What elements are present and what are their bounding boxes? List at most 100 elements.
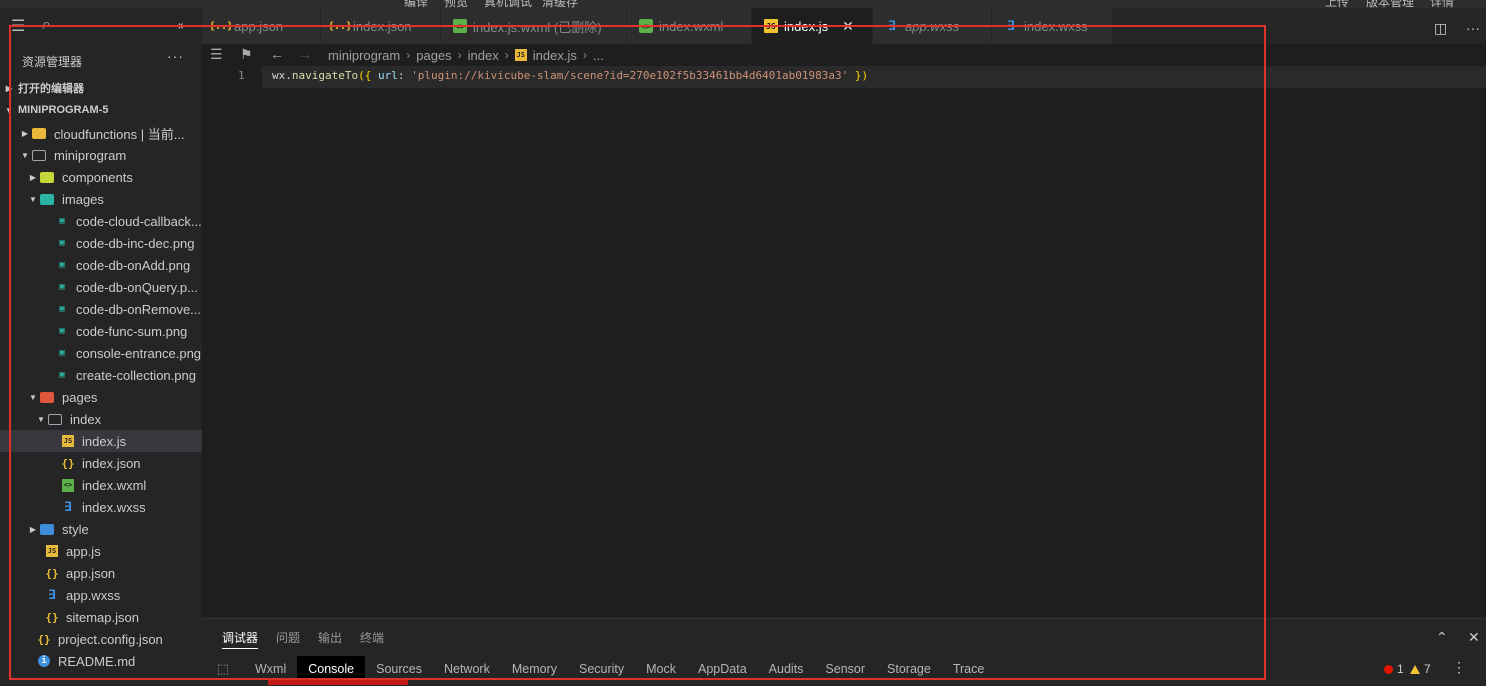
editor-more-icon[interactable]: ··· (1466, 20, 1480, 36)
tree-label: index.wxml (82, 477, 147, 493)
devtab-sources[interactable]: Sources (365, 656, 433, 682)
wxss-file-icon: ∃ (64, 499, 72, 515)
folder-open-icon (48, 413, 62, 425)
tree-label: app.js (66, 543, 101, 559)
more-icon[interactable]: ··· (75, 18, 88, 33)
project-section[interactable]: ▼ MINIPROGRAM-5 (0, 99, 202, 121)
folder-icon (40, 171, 54, 183)
wxss-icon: ∃ (1007, 18, 1015, 34)
close-icon[interactable]: ✕ (842, 18, 854, 35)
close-panel-icon[interactable]: ✕ (1468, 629, 1480, 646)
image-file-icon: ▣ (59, 348, 65, 358)
code-token: }) (848, 69, 869, 82)
inspect-element-icon[interactable]: ⬚ (202, 661, 244, 677)
outline-icon[interactable]: ☰ (210, 46, 223, 63)
tab-output[interactable]: 输出 (318, 629, 342, 649)
chevron-right-icon: ▶ (29, 524, 37, 534)
code-token: ({ (358, 69, 372, 82)
wxss-icon: ∃ (888, 18, 896, 34)
tab-index-wxml[interactable]: <> index.wxml (627, 8, 752, 44)
tree-item-style[interactable]: ▶ style (0, 518, 228, 540)
tree-item-pages[interactable]: ▼ pages (0, 386, 228, 408)
explorer-sidebar: 资源管理器 ··· ▶ 打开的编辑器 ▼ MINIPROGRAM-5 ▶ clo… (0, 44, 264, 685)
tab-index-wxss[interactable]: ∃ index.wxss (992, 8, 1113, 44)
section-label: 打开的编辑器 (18, 83, 84, 95)
devtab-security[interactable]: Security (568, 656, 635, 682)
devtools-tabs: ⬚ Wxml Console Sources Network Memory Se… (202, 656, 1486, 682)
tab-label: app.json (234, 18, 284, 34)
tab-debugger[interactable]: 调试器 (222, 629, 259, 649)
chevron-right-icon: › (504, 48, 509, 62)
devtab-storage[interactable]: Storage (876, 656, 942, 682)
open-editors-section[interactable]: ▶ 打开的编辑器 (0, 77, 202, 99)
explorer-icon[interactable]: ☰ (11, 16, 25, 36)
tab-label: index.wxss (1024, 18, 1088, 34)
devtab-console[interactable]: Console (297, 656, 366, 682)
bottom-panel: 调试器 问题 输出 终端 ⌃ ✕ ⬚ Wxml Console Sources … (202, 618, 1486, 686)
chevron-down-icon: ▼ (5, 105, 13, 115)
tab-index-json[interactable]: {..} index.json (321, 8, 441, 44)
code-token: 'plugin://kivicube-slam/scene?id=270e102… (411, 69, 849, 82)
explorer-more-button[interactable]: ··· (167, 48, 184, 64)
breadcrumb-item[interactable]: index (468, 48, 499, 63)
devtab-trace[interactable]: Trace (942, 656, 996, 682)
tree-label: README.md (58, 653, 136, 669)
devtab-sensor[interactable]: Sensor (814, 656, 876, 682)
json-file-icon: {} (45, 610, 59, 624)
tree-item-miniprogram[interactable]: ▼ miniprogram (0, 144, 220, 166)
search-icon[interactable]: ⌕ (42, 16, 51, 34)
maximize-panel-icon[interactable]: ⌃ (1436, 629, 1448, 646)
tab-index-js[interactable]: JS index.js ✕ (752, 8, 873, 44)
tree-item-cloudfunctions[interactable]: ▶ cloudfunctions | 当前... (0, 122, 220, 144)
devtab-network[interactable]: Network (433, 656, 501, 682)
chevron-right-icon: ▶ (29, 172, 37, 182)
warning-icon (1410, 664, 1420, 674)
tree-item-images[interactable]: ▼ images (0, 188, 228, 210)
devtab-wxml[interactable]: Wxml (244, 656, 297, 682)
code-editor[interactable]: ☰ ⚑ ← → miniprogram › pages › index › JS… (202, 44, 1486, 618)
devtab-audits[interactable]: Audits (758, 656, 815, 682)
tree-label: app.json (66, 565, 116, 581)
breadcrumb-item[interactable]: index.js (533, 48, 577, 63)
devtools-more-icon[interactable]: ⋮ (1452, 659, 1466, 676)
warning-count-badge[interactable]: 7 (1410, 662, 1431, 676)
tree-label: code-func-sum.png (76, 323, 188, 339)
tab-problems[interactable]: 问题 (276, 629, 300, 649)
tree-label: console-entrance.png (76, 345, 202, 361)
tab-app-json[interactable]: {..} app.json (202, 8, 321, 44)
tree-item-index-folder[interactable]: ▼ index (0, 408, 236, 430)
error-count-badge[interactable]: 1 (1384, 662, 1404, 676)
warning-count: 7 (1424, 662, 1431, 676)
devtab-mock[interactable]: Mock (635, 656, 687, 682)
json-file-icon: {} (45, 566, 59, 580)
devtab-memory[interactable]: Memory (501, 656, 568, 682)
tree-item-components[interactable]: ▶ components (0, 166, 228, 188)
panel-tabs: 调试器 问题 输出 终端 (222, 629, 384, 649)
forward-arrow-icon[interactable]: → (298, 46, 312, 62)
tab-index-js-wxml-deleted[interactable]: <> index.js.wxml (已删除) (441, 8, 627, 44)
section-label: MINIPROGRAM-5 (18, 104, 109, 116)
breadcrumb-item[interactable]: ... (593, 48, 604, 63)
image-file-icon: ▣ (59, 238, 65, 248)
breadcrumb-item[interactable]: pages (416, 48, 451, 63)
tree-label: cloudfunctions | 当前... (54, 126, 185, 142)
split-editor-icon[interactable]: ◫ (1434, 20, 1447, 37)
tree-label: code-cloud-callback... (76, 213, 202, 229)
back-arrow-icon[interactable]: ← (270, 46, 284, 62)
collapse-sidebar-icon[interactable]: ⇤ (178, 18, 189, 34)
tab-app-wxss[interactable]: ∃ app.wxss (873, 8, 992, 44)
js-file-icon: JS (62, 435, 74, 447)
devtab-appdata[interactable]: AppData (687, 656, 758, 682)
code-line[interactable]: wx.navigateTo({ url: 'plugin://kivicube-… (272, 69, 868, 82)
tree-label: images (62, 191, 104, 207)
tree-label: sitemap.json (66, 609, 139, 625)
bookmark-icon[interactable]: ⚑ (240, 46, 253, 63)
chevron-right-icon: › (406, 48, 411, 62)
tab-terminal[interactable]: 终端 (360, 629, 384, 649)
tree-label: style (62, 521, 89, 537)
tree-label: index.js (82, 433, 127, 449)
tree-label: code-db-onQuery.p... (76, 279, 198, 295)
breadcrumb-item[interactable]: miniprogram (328, 48, 400, 63)
image-file-icon: ▣ (59, 216, 65, 226)
chevron-down-icon: ▼ (21, 150, 29, 160)
